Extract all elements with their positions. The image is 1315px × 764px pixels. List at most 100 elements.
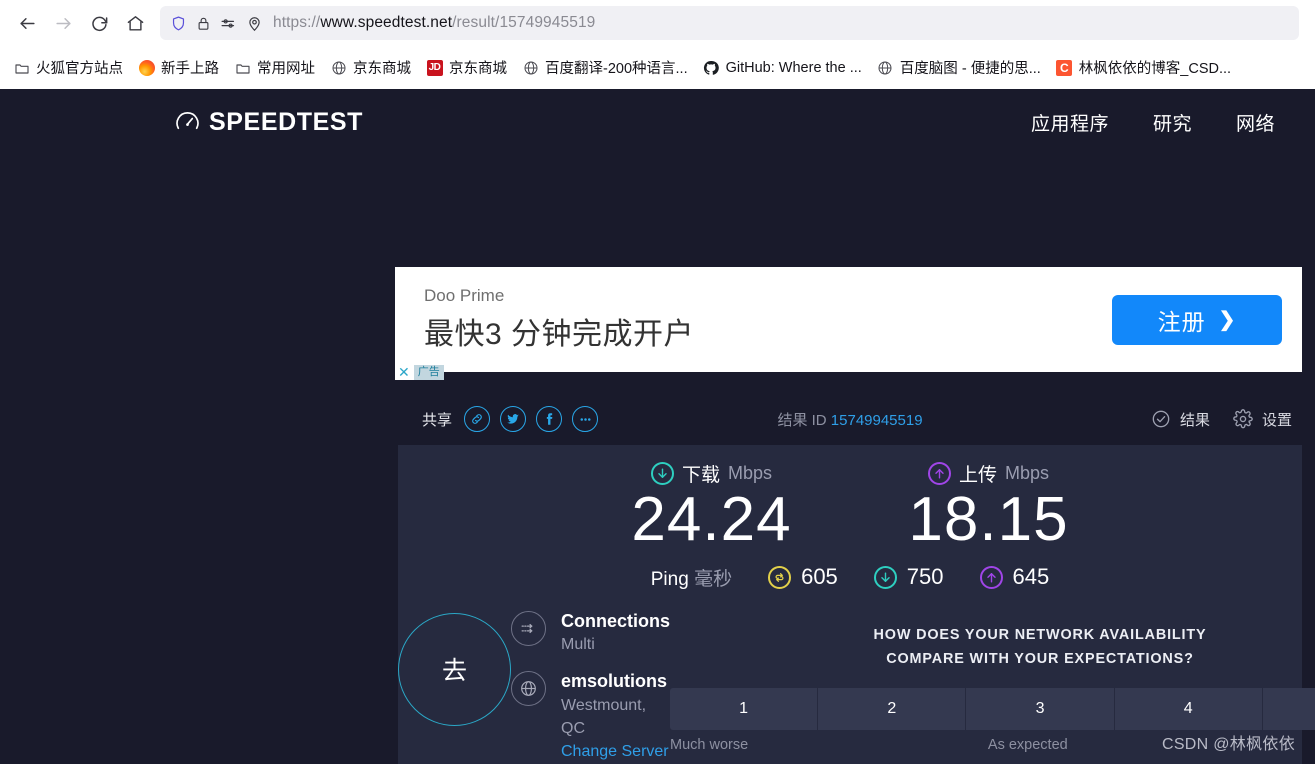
ad-label-tag[interactable]: 广告	[413, 365, 444, 380]
ping-label-group: Ping 毫秒	[651, 564, 732, 591]
rating-button-4[interactable]: 4	[1114, 687, 1263, 730]
reload-button[interactable]	[82, 6, 116, 40]
folder-icon	[13, 59, 30, 76]
share-bar: 共享 结果 ID 15749945519 结果 设置	[398, 394, 1302, 444]
download-reading: 下载 Mbps 24.24	[604, 460, 819, 554]
speedometer-icon	[175, 110, 200, 135]
result-id-value[interactable]: 15749945519	[831, 412, 923, 429]
bookmark-item[interactable]: 百度翻译-200种语言...	[515, 53, 695, 82]
go-button[interactable]: 去	[398, 612, 511, 726]
share-group: 共享	[422, 406, 599, 432]
results-label: 结果	[1179, 411, 1210, 429]
nav-item-apps[interactable]: 应用程序	[1031, 109, 1109, 136]
survey-rating-group: 1 2 3 4 5	[670, 687, 1315, 730]
ping-label: Ping	[650, 568, 689, 590]
ping-upload-value: 645	[1012, 564, 1050, 590]
legend-much-worse: Much worse	[670, 736, 749, 753]
twitter-icon[interactable]	[500, 406, 527, 432]
ping-row: Ping 毫秒 605 750 645	[398, 564, 1302, 591]
address-bar[interactable]: https://www.speedtest.net/result/1574994…	[160, 6, 1299, 40]
bookmark-label: 京东商城	[353, 61, 411, 77]
firefox-icon	[138, 59, 155, 76]
github-icon	[703, 59, 720, 76]
globe-icon	[877, 59, 894, 76]
url-text[interactable]: https://www.speedtest.net/result/1574994…	[273, 14, 1291, 32]
csdn-icon: C	[1056, 59, 1073, 76]
upload-label: 上传	[958, 465, 997, 486]
ad-signup-button[interactable]: 注册 ❯	[1112, 294, 1282, 345]
bookmark-item[interactable]: 新手上路	[131, 53, 226, 82]
site-header: SPEEDTEST 应用程序 研究 网络	[0, 89, 1315, 155]
results-button[interactable]: 结果	[1150, 408, 1210, 430]
upload-header: 上传 Mbps	[881, 460, 1096, 487]
result-id: 结果 ID 15749945519	[777, 409, 922, 430]
check-circle-icon	[1150, 408, 1172, 430]
permissions-icon[interactable]	[220, 15, 237, 32]
bookmark-item[interactable]: JD 京东商城	[419, 53, 514, 82]
bookmark-label: 百度翻译-200种语言...	[545, 61, 688, 77]
result-id-label: 结果 ID	[777, 411, 827, 429]
survey-question-line1: HOW DOES YOUR NETWORK AVAILABILITY	[873, 626, 1207, 643]
share-right-actions: 结果 设置	[1150, 408, 1292, 430]
lock-icon[interactable]	[196, 16, 211, 31]
ad-cta-label: 注册	[1157, 308, 1206, 335]
bookmark-item[interactable]: C 林枫依依的博客_CSD...	[1049, 53, 1238, 82]
url-scheme: https://	[273, 14, 321, 31]
go-button-area: 去	[398, 609, 511, 764]
address-bar-icons	[168, 15, 263, 32]
url-host: www.speedtest.net	[320, 14, 453, 31]
facebook-icon[interactable]	[536, 406, 563, 432]
globe-icon	[330, 59, 347, 76]
ping-download-value: 750	[906, 564, 944, 590]
link-icon[interactable]	[464, 406, 491, 432]
bookmark-item[interactable]: GitHub: Where the ...	[696, 55, 869, 80]
ad-text-block: Doo Prime 最快3 分钟完成开户	[424, 286, 694, 353]
ping-unit: 毫秒	[694, 568, 733, 590]
survey-question-line2: COMPARE WITH YOUR EXPECTATIONS?	[886, 651, 1194, 668]
connection-text: Connections Multi	[561, 609, 670, 656]
ad-close-icon[interactable]: ✕	[395, 365, 413, 380]
settings-button[interactable]: 设置	[1232, 408, 1292, 430]
rating-button-1[interactable]: 1	[670, 687, 819, 730]
bookmark-item[interactable]: 京东商城	[323, 53, 418, 82]
ellipsis-icon[interactable]	[572, 406, 599, 432]
forward-button[interactable]	[46, 6, 80, 40]
location-pin-icon[interactable]	[246, 15, 263, 32]
advertisement-banner[interactable]: Doo Prime 最快3 分钟完成开户 注册 ❯ ✕ 广告	[395, 267, 1302, 380]
rating-button-5[interactable]: 5	[1262, 687, 1315, 730]
upload-arrow-icon	[979, 565, 1003, 589]
url-path: /result/15749945519	[452, 14, 596, 31]
speedtest-logo[interactable]: SPEEDTEST	[175, 108, 363, 137]
rating-button-2[interactable]: 2	[818, 687, 967, 730]
bookmark-label: 林枫依依的博客_CSD...	[1078, 61, 1232, 77]
home-button[interactable]	[118, 6, 152, 40]
ad-brand: Doo Prime	[424, 286, 505, 305]
change-server-link[interactable]: Change Server	[561, 740, 670, 764]
nav-item-research[interactable]: 研究	[1153, 109, 1192, 136]
result-panel: 下载 Mbps 24.24 上传 Mbps 18.15 Ping 毫秒 605 …	[398, 445, 1315, 764]
ad-headline: 最快3 分钟完成开户	[424, 318, 695, 351]
server-text: emsolutions Westmount, QC Change Server	[561, 669, 670, 764]
connection-sub: Multi	[561, 636, 595, 654]
download-label: 下载	[681, 465, 720, 486]
download-arrow-icon	[873, 565, 897, 589]
rating-button-3[interactable]: 3	[966, 687, 1115, 730]
bookmark-label: 常用网址	[257, 61, 315, 77]
ping-download: 750	[873, 564, 944, 590]
browser-toolbar: https://www.speedtest.net/result/1574994…	[0, 0, 1315, 46]
download-unit: Mbps	[728, 463, 773, 483]
bookmark-item[interactable]: 常用网址	[227, 53, 322, 82]
jd-icon: JD	[426, 59, 443, 76]
shield-icon[interactable]	[170, 15, 187, 32]
bookmark-item[interactable]: 火狐官方站点	[6, 53, 130, 82]
connection-info: Connections Multi emsolutions Westmount,…	[511, 609, 670, 764]
back-button[interactable]	[10, 6, 44, 40]
browser-chrome: https://www.speedtest.net/result/1574994…	[0, 0, 1315, 89]
bookmark-item[interactable]: 百度脑图 - 便捷的思...	[870, 53, 1048, 82]
connection-row: Connections Multi	[511, 609, 670, 656]
download-header: 下载 Mbps	[604, 460, 819, 487]
logo-wordmark: SPEEDTEST	[209, 107, 364, 136]
download-value: 24.24	[631, 485, 792, 554]
nav-item-network[interactable]: 网络	[1236, 109, 1275, 136]
ping-idle-value: 605	[801, 564, 838, 590]
